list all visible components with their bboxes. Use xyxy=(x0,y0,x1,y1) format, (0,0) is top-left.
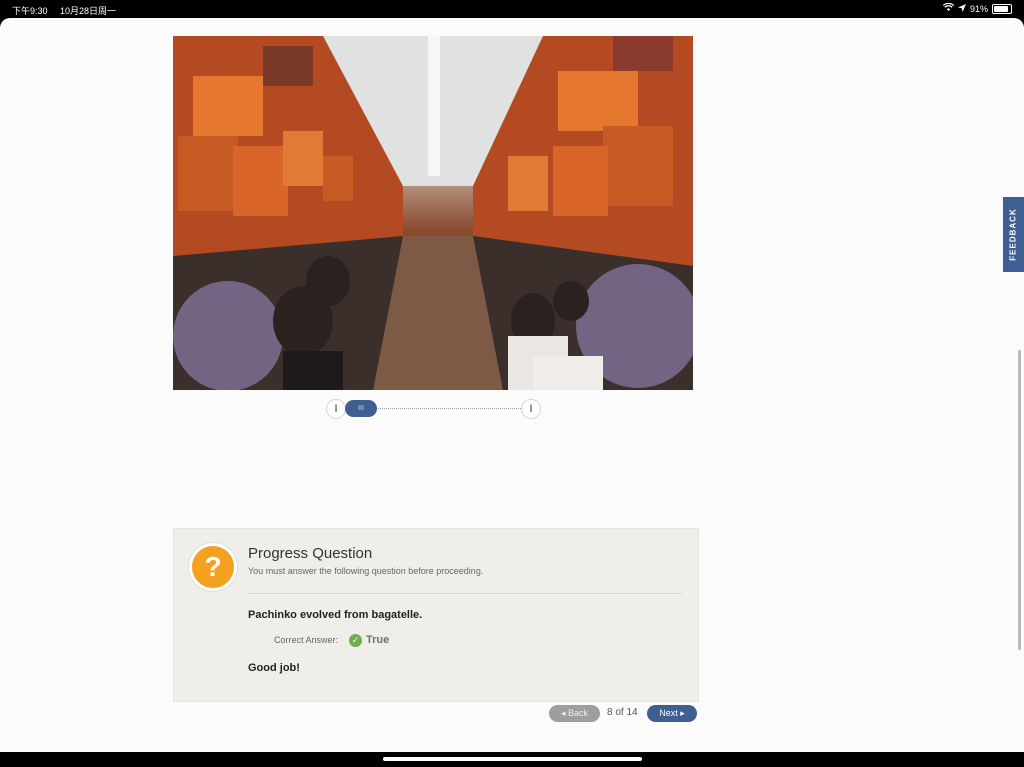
pachinko-parlor-photo xyxy=(173,36,693,390)
slider-start-marker[interactable]: I xyxy=(326,399,346,419)
battery-percent: 91% xyxy=(969,3,988,14)
next-button[interactable]: Next ▸ xyxy=(647,705,697,722)
question-subtitle: You must answer the following question b… xyxy=(248,566,484,576)
question-statement: Pachinko evolved from bagatelle. xyxy=(248,609,423,621)
feedback-tab[interactable]: FEEDBACK xyxy=(1003,197,1024,272)
battery-icon xyxy=(992,3,1012,14)
status-date: 10月28日周一 xyxy=(60,6,117,16)
slider-handle[interactable]: III xyxy=(345,400,377,417)
question-mark-icon: ? xyxy=(189,543,237,591)
next-button-label: Next xyxy=(659,708,678,718)
checkmark-icon: ✓ xyxy=(349,634,362,647)
feedback-message: Good job! xyxy=(248,662,300,674)
scrollbar[interactable] xyxy=(1018,350,1021,650)
status-indicators: 91% xyxy=(942,2,1012,14)
page-indicator: 8 of 14 xyxy=(607,707,638,718)
triangle-left-icon: ◂ xyxy=(560,708,568,718)
home-indicator[interactable] xyxy=(383,757,642,761)
question-title: Progress Question xyxy=(248,545,373,562)
status-time: 下午9:30 xyxy=(12,6,48,16)
location-icon xyxy=(957,3,966,14)
triangle-right-icon: ▸ xyxy=(677,708,685,718)
progress-question-card: ? Progress Question You must answer the … xyxy=(173,528,699,702)
lesson-screen: I I III ? Progress Question You must ans… xyxy=(0,18,1024,752)
correct-answer-label: Correct Answer: xyxy=(274,635,339,645)
back-button[interactable]: ◂ Back xyxy=(549,705,600,722)
divider xyxy=(248,593,682,594)
status-bar: 下午9:30 10月28日周一 91% xyxy=(0,0,1024,18)
slider-end-marker[interactable]: I xyxy=(521,399,541,419)
correct-answer-value: True xyxy=(366,634,390,646)
back-button-label: Back xyxy=(568,708,589,718)
wifi-icon xyxy=(942,2,955,14)
feedback-tab-label: FEEDBACK xyxy=(1009,208,1019,261)
